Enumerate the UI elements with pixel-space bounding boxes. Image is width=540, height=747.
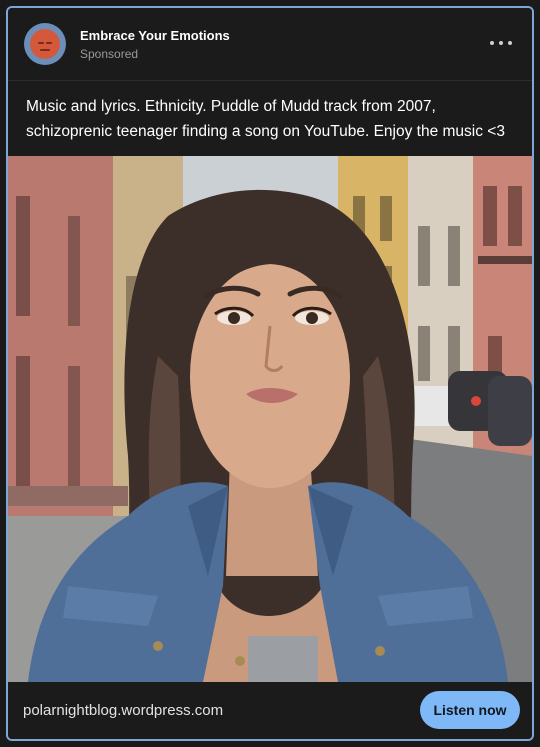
post-photo[interactable] [8, 156, 532, 682]
post-caption: Music and lyrics. Ethnicity. Puddle of M… [26, 98, 505, 140]
blog-avatar[interactable] [24, 23, 66, 65]
avatar-face-icon [30, 29, 60, 59]
blog-name[interactable]: Embrace Your Emotions [80, 28, 230, 43]
more-options-icon[interactable] [490, 34, 514, 52]
sponsored-post-card: Embrace Your Emotions Sponsored Music an… [6, 6, 534, 741]
listen-now-button[interactable]: Listen now [420, 691, 520, 729]
sponsored-label: Sponsored [80, 47, 139, 61]
portrait-image [8, 156, 532, 682]
post-header: Embrace Your Emotions Sponsored [8, 8, 532, 81]
link-url[interactable]: polarnightblog.wordpress.com [23, 702, 223, 719]
post-footer: polarnightblog.wordpress.com Listen now [8, 682, 532, 739]
